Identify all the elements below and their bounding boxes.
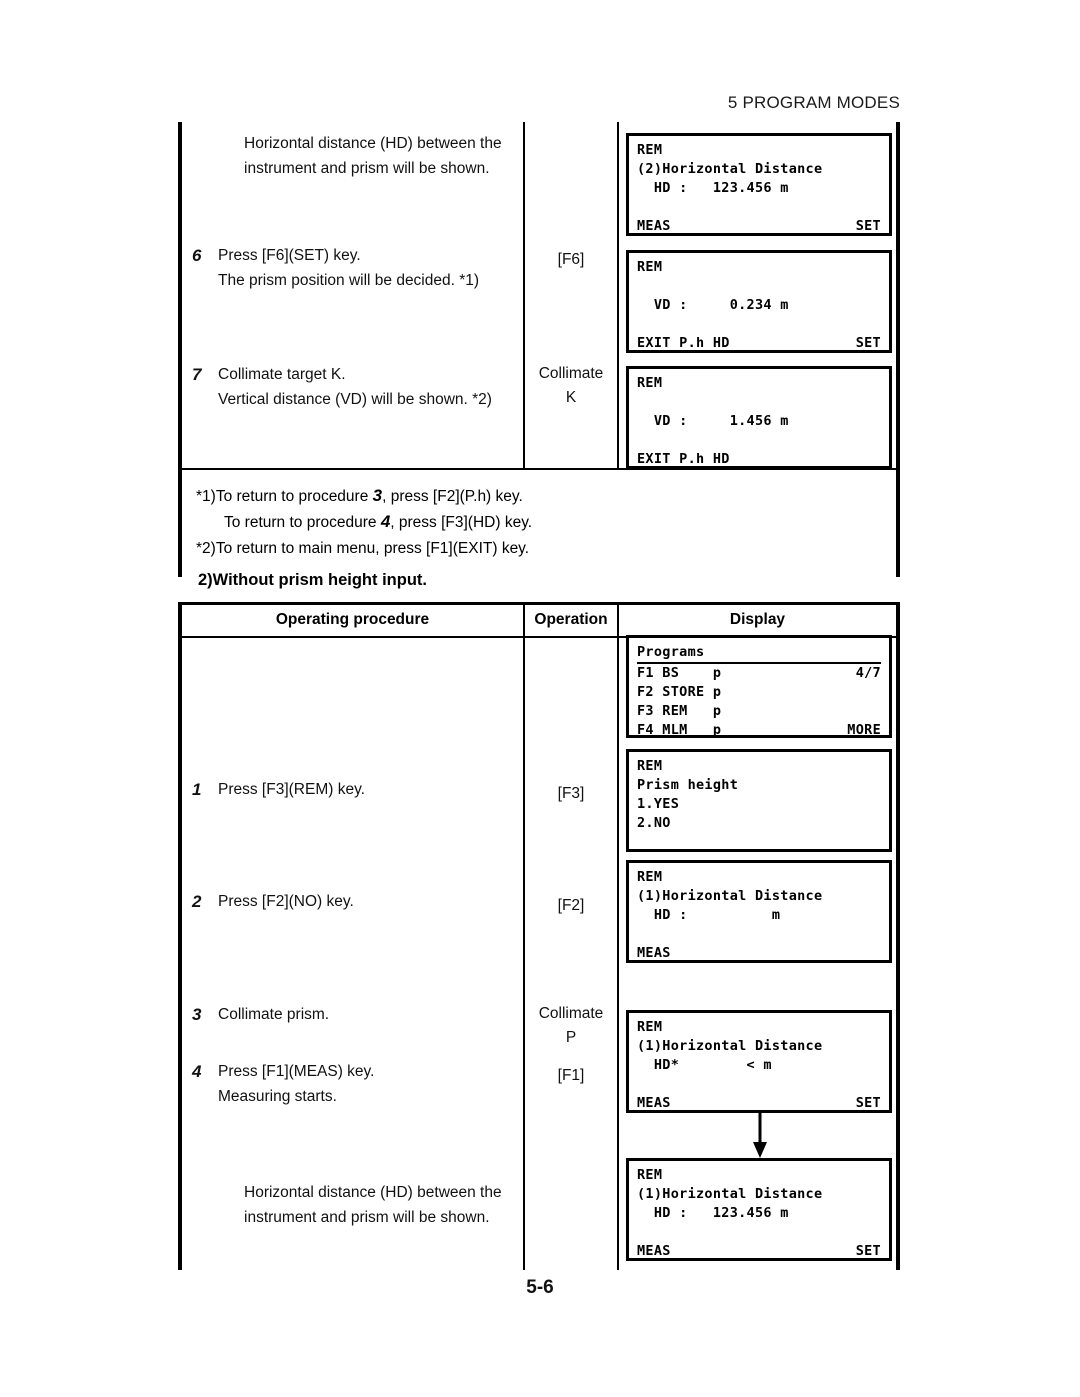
- table1-step-6: 6 Press [F6](SET) key. The prism positio…: [192, 246, 480, 289]
- lcd-line: HD* < m: [637, 1057, 772, 1073]
- display-rem-horizontal-distance-123: REM (2)Horizontal Distance HD : 123.456 m…: [626, 133, 892, 236]
- table2-operation-f3: [F3]: [557, 785, 585, 802]
- lcd-softkey-row: MEAS SET: [637, 217, 881, 236]
- down-arrow-icon: [753, 1113, 767, 1158]
- lcd-line: 1.YES: [637, 796, 680, 812]
- lcd-softkey-left: MEAS: [637, 1243, 671, 1259]
- lcd-blank-line: [637, 198, 881, 217]
- lcd-line: (1)Horizontal Distance: [637, 1186, 823, 1202]
- lcd-blank-line: [637, 277, 881, 296]
- lcd-line: VD : 0.234 m: [637, 297, 789, 313]
- display-rem-vertical-distance-0234: REM VD : 0.234 m EXIT P.h HD SET: [626, 250, 892, 353]
- lcd-softkey-left: F4 MLM p: [637, 722, 722, 738]
- lcd-line: REM: [637, 758, 663, 774]
- page-number: 5-6: [526, 1277, 554, 1298]
- table1-step-note: Horizontal distance (HD) between the ins…: [244, 135, 502, 177]
- lcd-line: HD : 123.456 m: [637, 180, 789, 196]
- lcd-line: (2)Horizontal Distance: [637, 161, 823, 177]
- lcd-softkey-right: MORE: [847, 722, 881, 738]
- lcd-line: HD : m: [637, 907, 781, 923]
- lcd-line: HD : 123.456 m: [637, 1205, 789, 1221]
- table1-operation-collimate-k: Collimate K: [538, 365, 604, 406]
- display-rem-prism-height-prompt: REM Prism height 1.YES 2.NO: [626, 749, 892, 852]
- table2-operation-column: [F3] [F2] Collimate P [F1]: [523, 638, 617, 1270]
- display-rem-horizontal-distance-measuring: REM (1)Horizontal Distance HD* < m MEAS SET: [626, 1010, 892, 1113]
- lcd-softkey-right: SET: [855, 1095, 881, 1111]
- lcd-line: VD : 1.456 m: [637, 413, 789, 429]
- display-rem-vertical-distance-1456: REM VD : 1.456 m EXIT P.h HD: [626, 366, 892, 469]
- lcd-softkey-left: EXIT P.h HD: [637, 335, 730, 351]
- lcd-softkey-right: SET: [855, 1243, 881, 1259]
- lcd-title-line: Programs: [637, 643, 881, 664]
- table2-procedure-column: 1 Press [F3](REM) key. 2 Press [F2](NO) …: [182, 638, 523, 1270]
- lcd-softkey-row: MEAS SET: [637, 1242, 881, 1261]
- lcd-softkey-row: EXIT P.h HD SET: [637, 334, 881, 353]
- table1-operation-column: [F6] Collimate K: [523, 122, 617, 468]
- lcd-softkey-left: MEAS: [637, 945, 671, 961]
- lcd-blank-line: [637, 315, 881, 334]
- table1-operation-f6: [F6]: [557, 251, 585, 268]
- lcd-softkey-row: EXIT P.h HD: [637, 450, 881, 469]
- lcd-blank-line: [637, 1223, 881, 1242]
- table2-step-2: 2 Press [F2](NO) key.: [192, 892, 354, 911]
- lcd-softkey-row: MEAS: [637, 944, 881, 963]
- lcd-line: (1)Horizontal Distance: [637, 888, 823, 904]
- lcd-blank-line: [637, 925, 881, 944]
- lcd-softkey-right: SET: [855, 218, 881, 234]
- table2-header-display: Display: [617, 605, 896, 636]
- table2-operation-collimate-p: Collimate P: [538, 1005, 604, 1046]
- table2-header-operation: Operation: [523, 605, 617, 636]
- lcd-softkey-right: SET: [855, 335, 881, 351]
- lcd-softkey-left: EXIT P.h HD: [637, 451, 730, 467]
- display-rem-horizontal-distance-result: REM (1)Horizontal Distance HD : 123.456 m…: [626, 1158, 892, 1261]
- footnote-1: *1)To return to procedure 3, press [F2](…: [196, 486, 523, 505]
- display-programs-menu: Programs F1 BS p 4/7 F2 STORE p F3 REM p F4 M…: [626, 635, 892, 738]
- lcd-line: REM: [637, 259, 663, 275]
- lcd-softkey-row: MEAS SET: [637, 1094, 881, 1113]
- table2-operation-f2: [F2]: [557, 897, 585, 914]
- table2-step-note: Horizontal distance (HD) between the ins…: [244, 1184, 502, 1226]
- table2-step-4: 4 Press [F1](MEAS) key. Measuring starts…: [192, 1062, 375, 1105]
- lcd-softkey-row: F4 MLM p MORE: [637, 721, 881, 740]
- lcd-line: REM: [637, 142, 663, 158]
- lcd-blank-line: [637, 1075, 881, 1094]
- lcd-line: Prism height: [637, 777, 739, 793]
- footnote-1b: To return to procedure 4, press [F3](HD)…: [224, 512, 533, 531]
- lcd-line: REM: [637, 869, 663, 885]
- display-rem-horizontal-distance-empty: REM (1)Horizontal Distance HD : m MEAS: [626, 860, 892, 963]
- lcd-line: F3 REM p: [637, 703, 722, 719]
- table1-footnotes: *1)To return to procedure 3, press [F2](…: [182, 468, 896, 577]
- lcd-line: REM: [637, 1167, 663, 1183]
- table2-header-row: Operating procedure Operation Display: [182, 605, 896, 638]
- lcd-line: (1)Horizontal Distance: [637, 1038, 823, 1054]
- lcd-softkey-right: 4/7: [855, 665, 881, 681]
- section-caption-without-prism-height: 2)Without prism height input.: [198, 571, 427, 589]
- lcd-line: 2.NO: [637, 815, 671, 831]
- lcd-line: REM: [637, 375, 663, 391]
- lcd-softkey-row: F1 BS p 4/7: [637, 664, 881, 683]
- running-head: 5 PROGRAM MODES: [727, 93, 900, 112]
- lcd-line: REM: [637, 1019, 663, 1035]
- lcd-softkey-left: F1 BS p: [637, 665, 722, 681]
- table2-step-3: 3 Collimate prism.: [192, 1005, 330, 1024]
- lcd-blank-line: [637, 431, 881, 450]
- lcd-softkey-left: MEAS: [637, 218, 671, 234]
- lcd-line: F2 STORE p: [637, 684, 722, 700]
- footnote-2: *2)To return to main menu, press [F1](EX…: [196, 540, 530, 557]
- lcd-blank-line: [637, 833, 881, 852]
- table2-operation-f1: [F1]: [557, 1067, 585, 1084]
- table1-procedure-column: Horizontal distance (HD) between the ins…: [182, 122, 523, 468]
- table2-step-1: 1 Press [F3](REM) key.: [192, 780, 365, 799]
- lcd-blank-line: [637, 393, 881, 412]
- lcd-softkey-left: MEAS: [637, 1095, 671, 1111]
- table1-step-7: 7 Collimate target K. Vertical distance …: [192, 365, 492, 408]
- table2-header-operating-procedure: Operating procedure: [275, 611, 430, 628]
